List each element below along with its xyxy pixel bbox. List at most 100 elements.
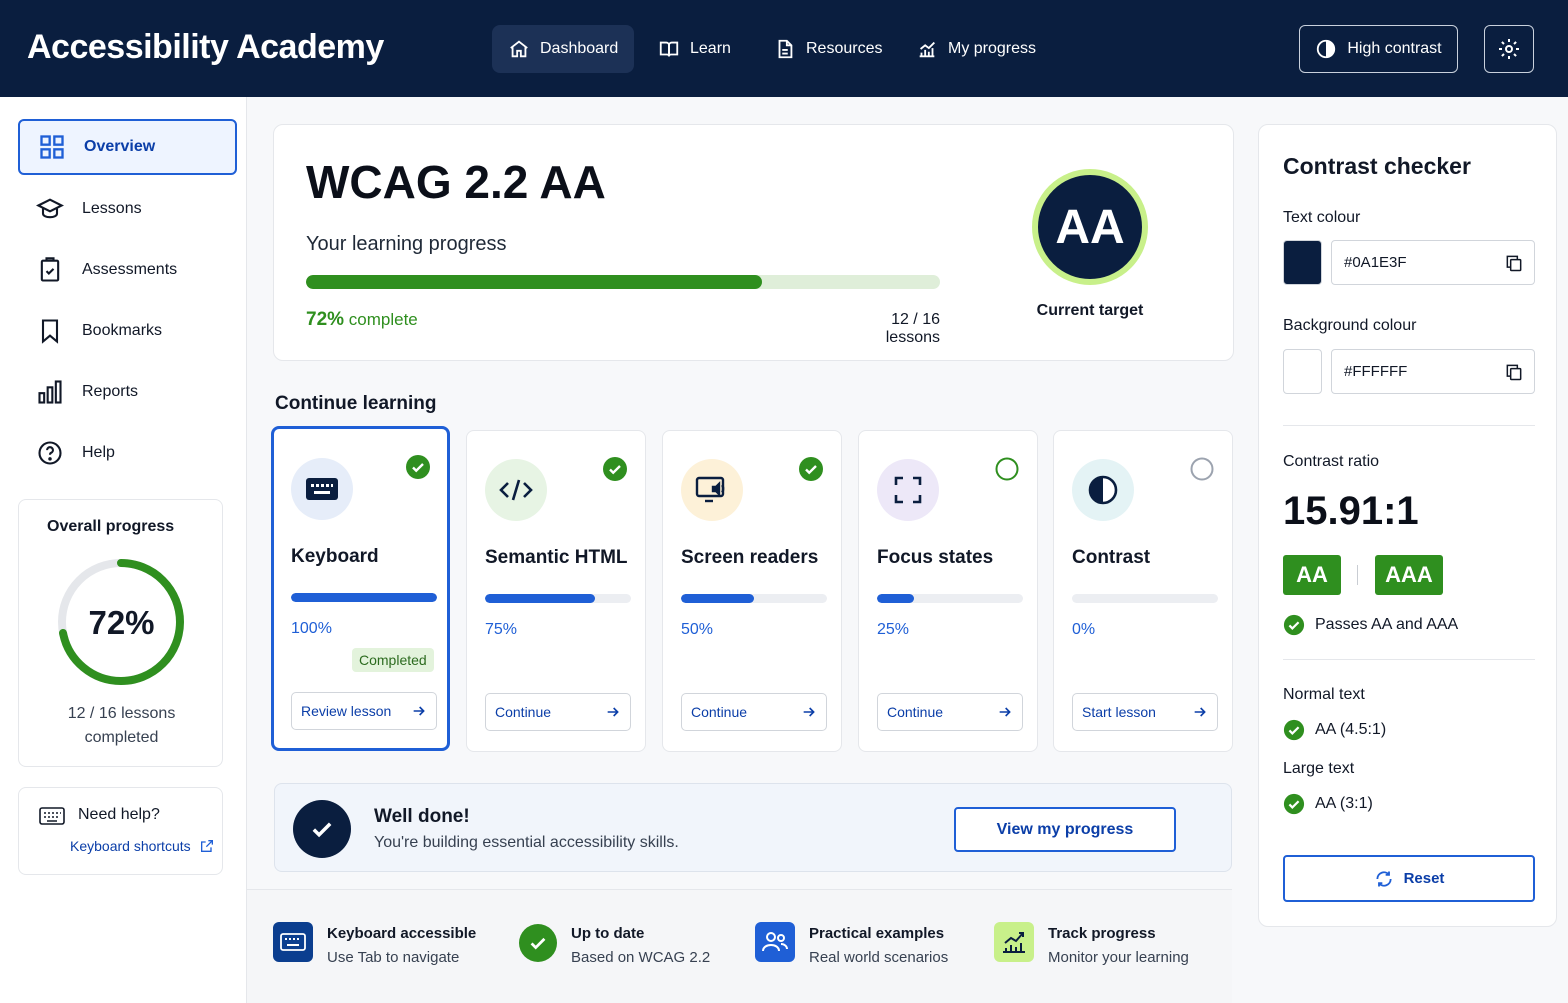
background-colour-swatch[interactable] — [1283, 349, 1322, 394]
sidebar-item-lessons[interactable]: Lessons — [18, 181, 237, 237]
settings-button[interactable] — [1484, 25, 1534, 73]
contrast-ratio-value: 15.91:1 — [1283, 489, 1419, 533]
nav-resources[interactable]: Resources — [758, 25, 898, 73]
divider — [1357, 565, 1358, 585]
overall-percent: 72% — [88, 604, 155, 641]
clipboard-check-icon — [40, 257, 60, 282]
keyboard-shortcuts-link[interactable]: Keyboard shortcuts — [70, 838, 215, 854]
divider — [1283, 425, 1535, 426]
course-percent-value: 72% — [306, 309, 345, 330]
target-caption: Current target — [1036, 302, 1144, 319]
lesson-card-keyboard[interactable]: Keyboard 100% Completed Review lesson — [271, 426, 450, 751]
high-contrast-button[interactable]: High contrast — [1299, 25, 1458, 73]
feature-title: Up to date — [571, 925, 645, 942]
bar-chart-icon — [38, 380, 62, 404]
lesson-button-label: Continue — [691, 704, 748, 720]
check-circle-icon — [519, 924, 557, 962]
text-colour-input[interactable]: #0A1E3F — [1331, 240, 1535, 285]
nav-my-progress-label: My progress — [948, 40, 1037, 57]
well-done-subtitle: You're building essential accessibility … — [374, 834, 679, 851]
lesson-name: Contrast — [1072, 547, 1151, 568]
nav-learn-label: Learn — [690, 40, 731, 57]
lesson-card-contrast[interactable]: Contrast 0% Start lesson — [1053, 430, 1233, 752]
lesson-progress-bar — [485, 594, 631, 603]
sidebar-item-help[interactable]: Help — [18, 425, 237, 481]
sidebar-item-label: Bookmarks — [82, 322, 163, 339]
feature-subtitle: Real world scenarios — [809, 949, 949, 966]
reset-label: Reset — [1403, 870, 1445, 887]
feature-track-progress: Track progress Monitor your learning — [994, 922, 1189, 970]
sidebar-item-assessments[interactable]: Assessments — [18, 242, 237, 298]
lesson-name: Screen readers — [681, 547, 819, 568]
overall-lessons: 12 / 16 lessons completed — [19, 702, 224, 750]
overall-progress-card: Overall progress 72% 12 / 16 lessons com… — [18, 499, 223, 767]
background-colour-input[interactable]: #FFFFFF — [1331, 349, 1535, 394]
sidebar-item-bookmarks[interactable]: Bookmarks — [18, 303, 237, 359]
lesson-progress-fill — [291, 593, 437, 602]
lesson-card-screen-readers[interactable]: Screen readers 50% Continue — [662, 430, 842, 752]
review-lesson-button[interactable]: Review lesson — [291, 692, 437, 730]
refresh-icon — [1375, 870, 1392, 887]
lesson-card-semantic-html[interactable]: Semantic HTML 75% Continue — [466, 430, 646, 752]
nav-my-progress[interactable]: My progress — [900, 25, 1052, 73]
high-contrast-label: High contrast — [1347, 40, 1442, 57]
sidebar-item-reports[interactable]: Reports — [18, 364, 237, 420]
keyboard-icon — [273, 922, 313, 962]
course-lesson-count: 12 / 16 lessons — [885, 311, 940, 346]
arrow-right-icon — [999, 707, 1011, 717]
course-title: WCAG 2.2 AA — [306, 156, 606, 208]
contrast-checker-panel: Contrast checker Text colour #0A1E3F Bac… — [1258, 124, 1557, 927]
normal-text-label: Normal text — [1283, 686, 1365, 703]
continue-button[interactable]: Continue — [681, 693, 827, 731]
feature-title: Track progress — [1048, 925, 1156, 942]
feature-strip: Keyboard accessible Use Tab to navigate … — [247, 889, 1232, 1003]
lesson-percent: 0% — [1072, 621, 1096, 638]
text-colour-label: Text colour — [1283, 209, 1361, 226]
divider — [1283, 659, 1535, 660]
nav-learn[interactable]: Learn — [642, 25, 747, 73]
gear-icon — [1499, 39, 1519, 59]
lesson-progress-bar — [877, 594, 1023, 603]
sidebar-item-label: Assessments — [82, 261, 178, 278]
keyboard-icon — [306, 478, 338, 500]
lesson-button-label: Continue — [495, 704, 552, 720]
course-progress-fill — [306, 275, 763, 289]
help-card: Need help? Keyboard shortcuts — [18, 787, 223, 875]
sidebar: Overview Lessons Assessments Bookmarks R… — [0, 97, 247, 1003]
lesson-icon — [877, 459, 939, 521]
copy-icon[interactable] — [1504, 253, 1524, 273]
nav-dashboard-label: Dashboard — [540, 40, 619, 57]
continue-button[interactable]: Continue — [485, 693, 631, 731]
feature-subtitle: Based on WCAG 2.2 — [571, 949, 711, 966]
level-aaa-badge: AAA — [1375, 555, 1443, 595]
copy-icon[interactable] — [1504, 362, 1524, 382]
home-icon — [510, 40, 528, 58]
text-colour-swatch[interactable] — [1283, 240, 1322, 285]
incomplete-circle-icon — [995, 457, 1019, 481]
sidebar-item-label: Overview — [84, 138, 156, 155]
sidebar-item-overview[interactable]: Overview — [18, 119, 237, 175]
sidebar-item-label: Lessons — [82, 200, 142, 217]
top-bar: Accessibility Academy Dashboard Learn Re… — [0, 0, 1568, 97]
start-lesson-button[interactable]: Start lesson — [1072, 693, 1218, 731]
reset-button[interactable]: Reset — [1283, 855, 1535, 902]
well-done-title: Well done! — [374, 806, 470, 827]
contrast-icon — [1088, 475, 1118, 505]
lesson-percent: 25% — [877, 621, 910, 638]
users-icon — [755, 922, 795, 962]
app-title: Accessibility Academy — [27, 28, 384, 66]
lesson-percent: 75% — [485, 621, 518, 638]
view-my-progress-button[interactable]: View my progress — [954, 807, 1176, 852]
lesson-percent: 100% — [291, 620, 332, 637]
continue-learning-title: Continue learning — [275, 393, 437, 414]
check-icon — [293, 800, 351, 858]
completed-check-icon — [799, 457, 823, 481]
passes-summary: Passes AA and AAA — [1283, 614, 1458, 636]
sidebar-item-label: Help — [82, 444, 115, 461]
continue-button[interactable]: Continue — [877, 693, 1023, 731]
external-link-icon — [200, 840, 213, 852]
check-circle-icon — [1283, 793, 1305, 815]
lesson-card-focus-states[interactable]: Focus states 25% Continue — [858, 430, 1038, 752]
feature-up-to-date: Up to date Based on WCAG 2.2 — [519, 922, 710, 970]
nav-dashboard[interactable]: Dashboard — [492, 25, 635, 73]
